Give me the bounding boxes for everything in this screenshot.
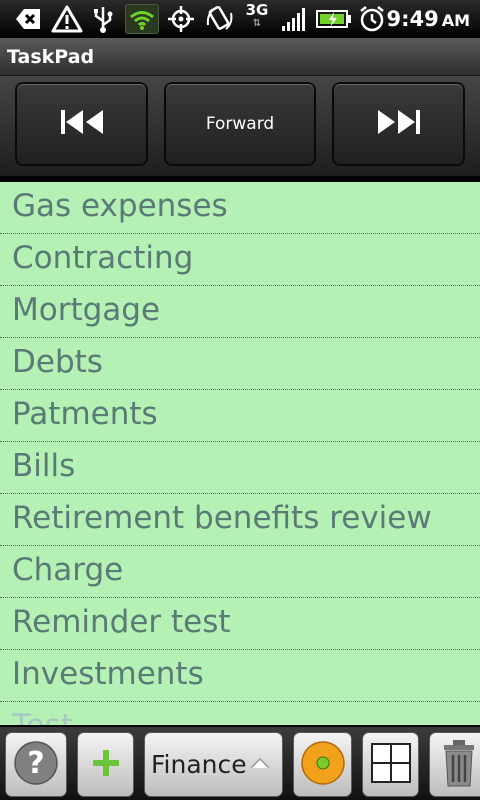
- warning-icon: [50, 4, 84, 34]
- signal-icon: [280, 4, 310, 34]
- list-item[interactable]: Investments: [0, 650, 480, 702]
- delete-button[interactable]: [429, 732, 480, 797]
- title-bar: TaskPad: [0, 38, 480, 76]
- bottom-toolbar: ? Finance: [0, 725, 480, 800]
- record-icon: [300, 740, 346, 790]
- list-item[interactable]: Reminder test: [0, 598, 480, 650]
- rotate-icon: [204, 4, 236, 34]
- record-button[interactable]: [293, 732, 352, 797]
- plus-icon: [91, 748, 121, 782]
- task-list[interactable]: Gas expenses Contracting Mortgage Debts …: [0, 180, 480, 725]
- clock: 9:49 AM: [386, 7, 470, 31]
- skip-back-icon: [59, 107, 105, 142]
- list-item[interactable]: Retirement benefits review: [0, 494, 480, 546]
- network-type: 3G ⇅: [245, 1, 269, 30]
- list-item[interactable]: Mortgage: [0, 286, 480, 338]
- alarm-icon: [357, 4, 387, 34]
- gps-icon: [165, 4, 197, 34]
- next-button[interactable]: [332, 82, 465, 166]
- usb-icon: [90, 4, 116, 34]
- list-item[interactable]: Test: [0, 702, 480, 725]
- list-item[interactable]: Contracting: [0, 234, 480, 286]
- battery-charging-icon: [316, 4, 352, 34]
- svg-text:?: ?: [27, 746, 44, 781]
- chevron-up-icon: [249, 755, 271, 774]
- list-item[interactable]: Debts: [0, 338, 480, 390]
- app-title: TaskPad: [7, 46, 95, 68]
- wifi-icon: [125, 4, 159, 34]
- nav-bar: Forward: [0, 76, 480, 180]
- list-item[interactable]: Patments: [0, 390, 480, 442]
- trash-icon: [442, 738, 476, 792]
- forward-button[interactable]: Forward: [164, 82, 316, 166]
- add-task-button[interactable]: [77, 732, 134, 797]
- list-item[interactable]: Gas expenses: [0, 182, 480, 234]
- help-button[interactable]: ?: [5, 732, 67, 797]
- category-selected-value: Finance: [151, 750, 247, 779]
- previous-button[interactable]: [15, 82, 148, 166]
- back-arrow-notification-icon: [14, 4, 42, 34]
- help-icon: ?: [13, 740, 59, 790]
- list-item[interactable]: Charge: [0, 546, 480, 598]
- category-select[interactable]: Finance: [144, 732, 283, 797]
- forward-button-label: Forward: [205, 114, 275, 134]
- grid-icon: [370, 742, 411, 787]
- grid-view-button[interactable]: [362, 732, 419, 797]
- status-bar: 3G ⇅ 9:49 AM: [0, 0, 480, 38]
- skip-forward-icon: [376, 107, 422, 142]
- list-item[interactable]: Bills: [0, 442, 480, 494]
